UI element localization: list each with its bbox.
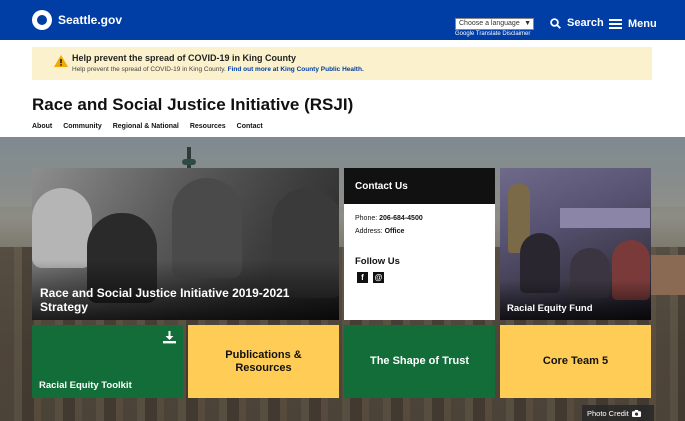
translate-disclaimer-link[interactable]: Google Translate Disclaimer	[455, 31, 530, 37]
racial-equity-toolkit-tile[interactable]: Racial Equity Toolkit	[32, 325, 183, 398]
email-icon[interactable]: @	[373, 272, 384, 283]
nav-community[interactable]: Community	[63, 123, 102, 130]
language-select-value: Choose a language	[459, 20, 520, 27]
core-team-tile[interactable]: Core Team 5	[500, 325, 651, 398]
publications-label: Publications & Resources	[225, 348, 302, 374]
menu-label: Menu	[628, 18, 657, 30]
publications-resources-tile[interactable]: Publications & Resources	[188, 325, 339, 398]
address-label: Address:	[355, 228, 383, 235]
photo-shade	[500, 280, 651, 320]
contact-heading-bar: Contact Us	[344, 168, 495, 204]
covid-alert-banner: Help prevent the spread of COVID-19 in K…	[32, 47, 652, 80]
alert-title: Help prevent the spread of COVID-19 in K…	[72, 53, 297, 63]
download-icon	[163, 331, 176, 344]
photo-credit-button[interactable]: Photo Credit	[582, 405, 654, 421]
search-label: Search	[567, 17, 604, 29]
fund-caption: Racial Equity Fund	[507, 303, 593, 314]
phone-label: Phone:	[355, 215, 378, 222]
nav-regional-national[interactable]: Regional & National	[113, 123, 179, 130]
hamburger-icon	[609, 17, 622, 31]
brand-name: Seattle.gov	[58, 13, 123, 27]
coreteam-label: Core Team 5	[542, 355, 609, 367]
nav-resources[interactable]: Resources	[190, 123, 226, 130]
search-icon	[550, 17, 561, 29]
strategy-tile[interactable]: Race and Social Justice Initiative 2019-…	[32, 168, 339, 320]
search-button[interactable]: Search	[550, 17, 604, 29]
contact-address: Address: Office	[355, 228, 404, 235]
follow-heading: Follow Us	[355, 256, 400, 267]
contact-phone: Phone: 206-684-4500	[355, 215, 423, 222]
facebook-icon[interactable]: f	[357, 272, 368, 283]
warning-icon	[54, 55, 68, 67]
nav-about[interactable]: About	[32, 123, 52, 130]
contact-heading: Contact Us	[355, 181, 408, 192]
photo-wall	[560, 208, 650, 228]
contact-tile: Contact Us Phone: 206-684-4500 Address: …	[344, 168, 495, 320]
photo-person	[32, 188, 92, 268]
address-value: Office	[384, 228, 405, 235]
toolkit-label: Racial Equity Toolkit	[39, 380, 132, 391]
menu-button[interactable]: Menu	[609, 17, 657, 31]
space-needle-top	[182, 159, 196, 165]
camera-icon	[631, 409, 641, 417]
alert-body: Help prevent the spread of COVID-19 in K…	[72, 66, 364, 73]
trust-label: The Shape of Trust	[369, 355, 469, 367]
top-bar: Seattle.gov Choose a language ▼ Google T…	[0, 0, 685, 40]
section-nav: About Community Regional & National Reso…	[32, 123, 274, 130]
racial-equity-fund-tile[interactable]: Racial Equity Fund	[500, 168, 651, 320]
city-seal-icon	[32, 10, 52, 30]
language-select[interactable]: Choose a language ▼	[455, 18, 534, 30]
phone-value[interactable]: 206-684-4500	[379, 215, 423, 222]
alert-link[interactable]: Find out more at King County Public Heal…	[228, 66, 364, 73]
chevron-down-icon: ▼	[524, 20, 531, 27]
seattle-gov-home-link[interactable]: Seattle.gov	[32, 10, 122, 30]
photo-credit-label: Photo Credit	[587, 408, 629, 418]
nav-contact[interactable]: Contact	[237, 123, 263, 130]
strategy-caption: Race and Social Justice Initiative 2019-…	[40, 286, 290, 314]
shape-of-trust-tile[interactable]: The Shape of Trust	[344, 325, 495, 398]
page-title: Race and Social Justice Initiative (RSJI…	[32, 95, 354, 114]
alert-body-text: Help prevent the spread of COVID-19 in K…	[72, 66, 226, 73]
